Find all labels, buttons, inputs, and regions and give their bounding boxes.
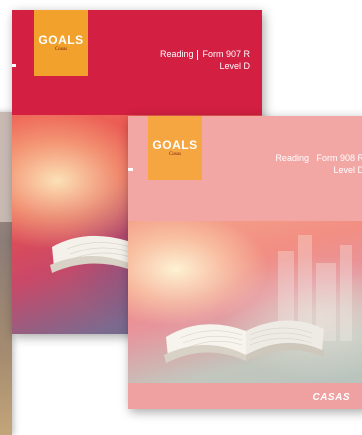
third-book-cover-edge <box>0 112 12 435</box>
cover-footer-band: CASAS <box>128 383 362 409</box>
logo-subtext: Casas <box>54 47 68 52</box>
cover-dash-mark <box>128 168 133 171</box>
logo-subtext: Casas <box>168 152 182 157</box>
cover-artwork <box>128 221 362 383</box>
subject-label: Reading <box>159 49 194 59</box>
cover-title-block: Reading Form 908 R Level D <box>275 152 362 176</box>
form-label: Form 907 R <box>202 49 250 59</box>
logo-text: GOALS <box>152 138 198 152</box>
form-label: Form 908 R <box>316 153 362 163</box>
goals-logo: GOALS Casas <box>34 10 88 76</box>
open-book-illustration <box>164 235 352 363</box>
product-image: GOALS Casas Reading Form 907 R Level D G… <box>0 0 362 435</box>
cover-dash-mark <box>12 64 16 67</box>
book-cover-form-908: GOALS Casas Reading Form 908 R Level D C… <box>128 116 362 409</box>
title-row: Reading Form 907 R <box>160 48 250 60</box>
title-separator <box>197 49 199 60</box>
level-label: Level D <box>333 165 362 176</box>
title-row: Reading Form 908 R <box>275 152 362 164</box>
third-cover-header <box>0 112 12 222</box>
publisher-logo: CASAS <box>312 392 350 403</box>
goals-logo: GOALS Casas <box>148 116 202 180</box>
level-label: Level D <box>219 61 250 72</box>
cover-title-block: Reading Form 907 R Level D <box>160 48 250 72</box>
subject-label: Reading <box>275 153 309 163</box>
logo-text: GOALS <box>38 33 84 47</box>
